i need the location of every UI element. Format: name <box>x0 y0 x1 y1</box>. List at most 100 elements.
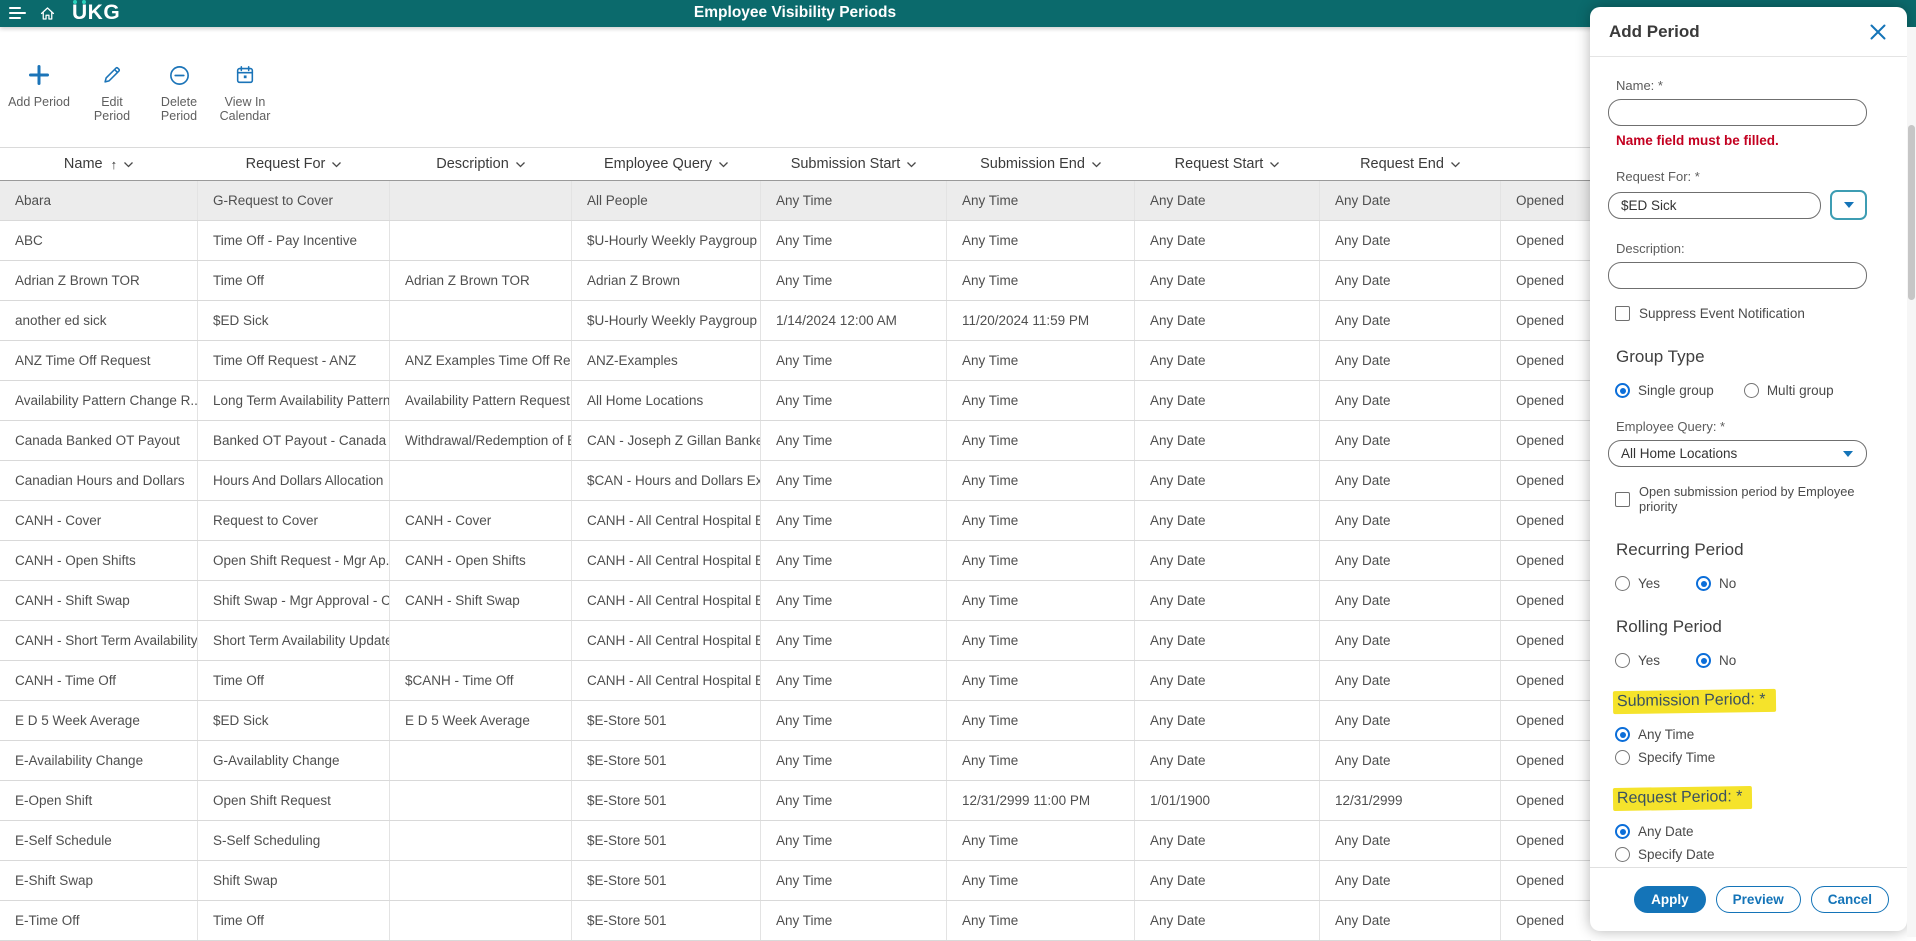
preview-button[interactable]: Preview <box>1715 886 1801 913</box>
cell-name: CANH - Time Off <box>0 661 198 700</box>
radio-recurring-yes[interactable]: Yes <box>1615 576 1660 591</box>
cell-submission_start: Any Time <box>761 781 947 820</box>
table-row[interactable]: CANH - Time Off Time Off $CANH - Time Off C… <box>0 661 1591 701</box>
scrollbar-thumb[interactable] <box>1908 125 1915 300</box>
cell-request_for: S-Self Scheduling <box>198 821 390 860</box>
table-row[interactable]: E-Availability Change G-Availablity Chang… <box>0 741 1591 781</box>
delete-period-button[interactable]: Delete Period <box>154 62 204 124</box>
employee-query-select[interactable]: All Home Locations <box>1608 440 1867 467</box>
table-row[interactable]: Adrian Z Brown TOR Time Off Adrian Z Brown… <box>0 261 1591 301</box>
cell-submission_start: Any Time <box>761 181 947 220</box>
panel-header: Add Period <box>1590 7 1907 57</box>
radio-submission-any-time[interactable]: Any Time <box>1615 727 1867 742</box>
radio-request-specify-date[interactable]: Specify Date <box>1615 847 1867 862</box>
radio-request-any-date[interactable]: Any Date <box>1615 824 1867 839</box>
cell-request_end: Any Date <box>1320 461 1501 500</box>
suppress-event-notification-checkbox[interactable]: Suppress Event Notification <box>1615 306 1867 321</box>
cell-submission_start: Any Time <box>761 381 947 420</box>
cell-submission_start: Any Time <box>761 461 947 500</box>
column-header-description[interactable]: Description <box>390 148 572 180</box>
panel-body: Name: * Name field must be filled. Reque… <box>1590 78 1907 862</box>
radio-single-group[interactable]: Single group <box>1615 383 1714 398</box>
table-row[interactable]: Abara G-Request to Cover All People Any Tim… <box>0 181 1591 221</box>
radio-selected-icon <box>1615 383 1630 398</box>
column-header-request_end[interactable]: Request End <box>1320 148 1501 180</box>
cell-request_end: Any Date <box>1320 661 1501 700</box>
column-header-request_for[interactable]: Request For <box>198 148 390 180</box>
table-row[interactable]: Availability Pattern Change R... Long Ter… <box>0 381 1591 421</box>
name-input[interactable] <box>1608 99 1867 126</box>
add-period-button[interactable]: Add Period <box>8 62 70 109</box>
cell-employee_query: $U-Hourly Weekly Paygroup <box>572 221 761 260</box>
table-row[interactable]: E-Time Off Time Off $E-Store 501 Any Time An… <box>0 901 1591 941</box>
hamburger-menu-icon[interactable] <box>9 7 26 20</box>
view-in-calendar-button[interactable]: View In Calendar <box>216 62 274 124</box>
cell-status: Opened <box>1516 633 1565 648</box>
cell-description <box>390 781 572 820</box>
table-row[interactable]: E-Self Schedule S-Self Scheduling $E-Store… <box>0 821 1591 861</box>
home-icon[interactable] <box>39 5 56 27</box>
table-row[interactable]: CANH - Shift Swap Shift Swap - Mgr Approv… <box>0 581 1591 621</box>
checkbox-icon <box>1615 306 1630 321</box>
cell-description <box>390 461 572 500</box>
radio-rolling-no[interactable]: No <box>1696 653 1736 668</box>
cell-status: Opened <box>1516 233 1565 248</box>
radio-multi-group[interactable]: Multi group <box>1743 383 1834 398</box>
table-header-row: Name ↑ Request For Description Employee Quer… <box>0 147 1591 181</box>
submission-period-heading-highlighted: Submission Period: * <box>1612 688 1776 715</box>
checkbox-icon <box>1615 491 1630 507</box>
description-input[interactable] <box>1608 262 1867 289</box>
table-row[interactable]: ANZ Time Off Request Time Off Request - A… <box>0 341 1591 381</box>
cell-name: Abara <box>0 181 198 220</box>
cell-submission_start: Any Time <box>761 621 947 660</box>
ukg-logo[interactable]: UKG <box>72 0 120 25</box>
cell-description <box>390 181 572 220</box>
request-for-select[interactable]: $ED Sick <box>1608 191 1821 219</box>
cell-request_for: Time Off Request - ANZ <box>198 341 390 380</box>
cell-status: Opened <box>1516 793 1565 808</box>
apply-button[interactable]: Apply <box>1634 886 1706 913</box>
cell-status: Opened <box>1516 193 1565 208</box>
cell-request_end: Any Date <box>1320 861 1501 900</box>
table-row[interactable]: CANH - Short Term Availability Short Term… <box>0 621 1591 661</box>
cell-submission_end: Any Time <box>947 741 1135 780</box>
radio-icon <box>1615 576 1630 591</box>
table-row[interactable]: E D 5 Week Average $ED Sick E D 5 Week Ave… <box>0 701 1591 741</box>
close-icon[interactable] <box>1869 23 1887 41</box>
column-header-request_start[interactable]: Request Start <box>1135 148 1320 180</box>
open-submission-priority-checkbox[interactable]: Open submission period by Employee prior… <box>1615 484 1867 514</box>
column-header-name[interactable]: Name ↑ <box>0 148 198 180</box>
cell-description: $CANH - Time Off <box>390 661 572 700</box>
radio-icon <box>1615 847 1630 862</box>
radio-rolling-yes[interactable]: Yes <box>1615 653 1660 668</box>
cell-description <box>390 301 572 340</box>
radio-recurring-no[interactable]: No <box>1696 576 1736 591</box>
vertical-scrollbar[interactable] <box>1907 27 1916 937</box>
table-row[interactable]: CANH - Cover Request to Cover CANH - Cover… <box>0 501 1591 541</box>
cell-request_start: Any Date <box>1135 861 1320 900</box>
add-period-panel: Add Period Name: * Name field must be fi… <box>1590 7 1907 931</box>
cell-employee_query: ANZ-Examples <box>572 341 761 380</box>
cell-request_start: Any Date <box>1135 901 1320 940</box>
table-row[interactable]: Canada Banked OT Payout Banked OT Payout … <box>0 421 1591 461</box>
column-header-submission_end[interactable]: Submission End <box>947 148 1135 180</box>
cell-request_start: Any Date <box>1135 181 1320 220</box>
request-for-dropdown-button[interactable] <box>1830 190 1867 220</box>
table-row[interactable]: ABC Time Off - Pay Incentive $U-Hourly Wee… <box>0 221 1591 261</box>
table-row[interactable]: another ed sick $ED Sick $U-Hourly Weekly … <box>0 301 1591 341</box>
edit-period-button[interactable]: Edit Period <box>82 62 142 124</box>
cell-description <box>390 221 572 260</box>
column-header-submission_start[interactable]: Submission Start <box>761 148 947 180</box>
table-row[interactable]: Canadian Hours and Dollars Hours And Doll… <box>0 461 1591 501</box>
table-row[interactable]: E-Shift Swap Shift Swap $E-Store 501 Any Ti… <box>0 861 1591 901</box>
name-label: Name: * <box>1616 78 1663 93</box>
cancel-button[interactable]: Cancel <box>1810 886 1889 913</box>
cell-status: Opened <box>1516 713 1565 728</box>
table-row[interactable]: E-Open Shift Open Shift Request $E-Store 5… <box>0 781 1591 821</box>
table-row[interactable]: CANH - Open Shifts Open Shift Request - M… <box>0 541 1591 581</box>
column-header-employee_query[interactable]: Employee Query <box>572 148 761 180</box>
chevron-down-icon <box>124 161 134 167</box>
cell-description: E D 5 Week Average <box>390 701 572 740</box>
cell-employee_query: CANH - All Central Hospital E... <box>572 541 761 580</box>
radio-submission-specify-time[interactable]: Specify Time <box>1615 750 1867 765</box>
